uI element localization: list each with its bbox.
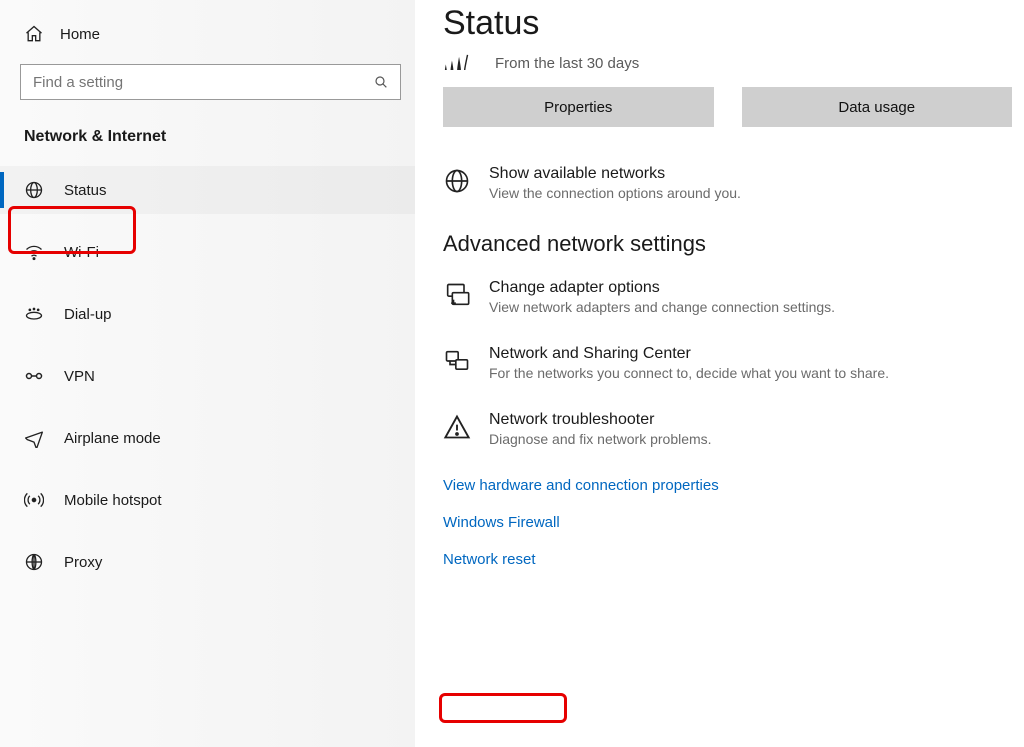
proxy-icon — [24, 552, 44, 572]
globe-icon — [443, 167, 471, 195]
properties-button[interactable]: Properties — [443, 87, 714, 127]
signal-icon — [443, 53, 477, 73]
home-icon — [24, 24, 44, 44]
available-networks-title: Show available networks — [489, 165, 741, 183]
sharing-icon — [443, 347, 471, 375]
sharing-center-option[interactable]: Network and Sharing Center For the netwo… — [443, 345, 1012, 381]
dialup-icon — [24, 304, 44, 324]
advanced-subheading: Advanced network settings — [443, 231, 1012, 257]
network-reset-link[interactable]: Network reset — [443, 551, 536, 568]
button-row: Properties Data usage — [443, 87, 1012, 127]
available-networks-desc: View the connection options around you. — [489, 185, 741, 201]
sidebar-item-hotspot[interactable]: Mobile hotspot — [0, 476, 415, 524]
main-content: Status From the last 30 days Properties … — [415, 0, 1024, 747]
troubleshooter-option[interactable]: Network troubleshooter Diagnose and fix … — [443, 411, 1012, 447]
airplane-icon — [24, 428, 44, 448]
sidebar-section-title: Network & Internet — [0, 120, 415, 166]
search-icon — [373, 74, 389, 90]
sidebar-item-label: Dial-up — [64, 306, 112, 323]
available-networks-option[interactable]: Show available networks View the connect… — [443, 165, 1012, 201]
sidebar-item-status[interactable]: Status — [0, 166, 415, 214]
search-input[interactable] — [20, 64, 401, 100]
wifi-icon — [24, 242, 44, 262]
sidebar-item-label: Proxy — [64, 554, 102, 571]
sharing-title: Network and Sharing Center — [489, 345, 889, 363]
data-usage-button[interactable]: Data usage — [742, 87, 1013, 127]
home-label: Home — [60, 26, 100, 43]
home-nav[interactable]: Home — [0, 18, 415, 58]
sidebar-item-label: Airplane mode — [64, 430, 161, 447]
warning-icon — [443, 413, 471, 441]
page-title: Status — [443, 4, 1012, 43]
sidebar-item-wifi[interactable]: Wi-Fi — [0, 228, 415, 276]
sharing-desc: For the networks you connect to, decide … — [489, 365, 889, 381]
highlight-box-reset — [439, 693, 567, 723]
troubleshooter-desc: Diagnose and fix network problems. — [489, 431, 712, 447]
hardware-link[interactable]: View hardware and connection properties — [443, 477, 719, 494]
troubleshooter-title: Network troubleshooter — [489, 411, 712, 429]
sidebar-item-airplane[interactable]: Airplane mode — [0, 414, 415, 462]
sidebar-item-dialup[interactable]: Dial-up — [0, 290, 415, 338]
sidebar-item-label: Status — [64, 182, 107, 199]
adapter-options[interactable]: Change adapter options View network adap… — [443, 279, 1012, 315]
firewall-link[interactable]: Windows Firewall — [443, 514, 560, 531]
adapter-desc: View network adapters and change connect… — [489, 299, 835, 315]
adapter-icon — [443, 281, 471, 309]
sidebar-item-label: Wi-Fi — [64, 244, 99, 261]
status-icon — [24, 180, 44, 200]
search-wrap — [20, 64, 401, 100]
status-summary-row: From the last 30 days — [443, 53, 1012, 73]
settings-sidebar: Home Network & Internet Status Wi-Fi Dia… — [0, 0, 415, 747]
sidebar-item-vpn[interactable]: VPN — [0, 352, 415, 400]
vpn-icon — [24, 366, 44, 386]
status-subtext: From the last 30 days — [495, 55, 639, 72]
sidebar-item-proxy[interactable]: Proxy — [0, 538, 415, 586]
sidebar-item-label: Mobile hotspot — [64, 492, 162, 509]
adapter-title: Change adapter options — [489, 279, 835, 297]
sidebar-item-label: VPN — [64, 368, 95, 385]
hotspot-icon — [24, 490, 44, 510]
